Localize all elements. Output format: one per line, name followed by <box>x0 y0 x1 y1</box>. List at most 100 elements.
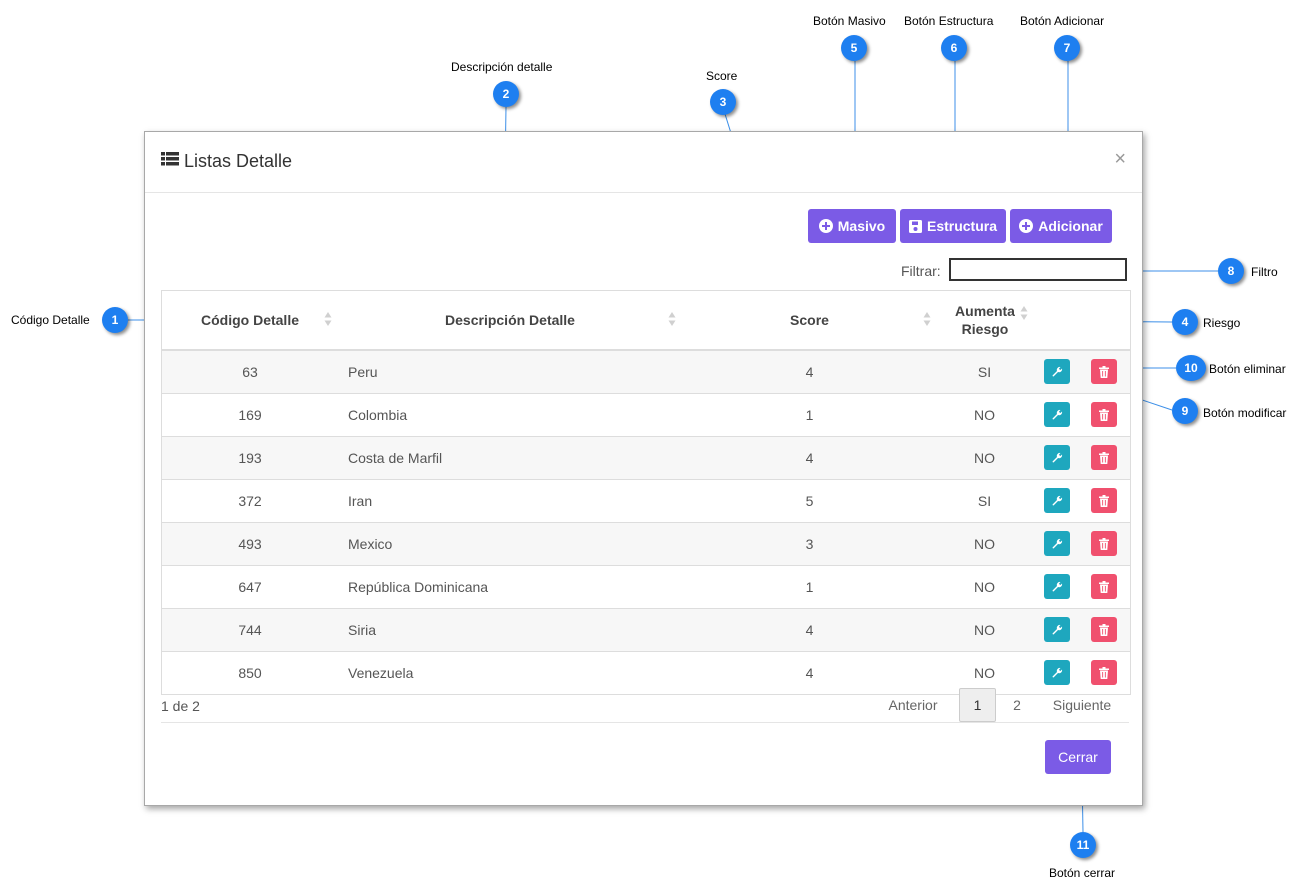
delete-button[interactable] <box>1091 488 1117 513</box>
cell-codigo: 744 <box>238 622 262 638</box>
filter-label: Filtrar: <box>901 263 941 279</box>
sort-icon[interactable] <box>923 311 931 327</box>
note-boton-estructura: Botón Estructura <box>904 14 994 28</box>
cerrar-button[interactable]: Cerrar <box>1045 740 1111 774</box>
estructura-button[interactable]: Estructura <box>900 209 1006 243</box>
filter-input[interactable] <box>949 258 1127 281</box>
cell-score: 4 <box>805 665 814 681</box>
page-2-button[interactable]: 2 <box>1005 688 1029 722</box>
detail-table: Código Detalle Descripción Detalle Score… <box>161 290 1131 695</box>
header-codigo[interactable]: Código Detalle <box>162 291 338 349</box>
edit-button[interactable] <box>1044 445 1070 470</box>
edit-button[interactable] <box>1044 574 1070 599</box>
adicionar-button-label: Adicionar <box>1038 218 1103 234</box>
table-row: 193 Costa de Marfil 4 NO <box>162 436 1130 479</box>
cell-descripcion: República Dominicana <box>348 579 489 595</box>
cell-aumenta-riesgo: SI <box>977 493 992 509</box>
edit-button[interactable] <box>1044 660 1070 685</box>
table-row: 372 Iran 5 SI <box>162 479 1130 522</box>
cell-score: 4 <box>805 450 814 466</box>
next-page-button[interactable]: Siguiente <box>1045 688 1119 722</box>
trash-icon <box>1099 537 1109 550</box>
cell-codigo: 493 <box>238 536 262 552</box>
modal-title: Listas Detalle <box>184 151 293 171</box>
close-icon[interactable]: × <box>1114 149 1126 169</box>
callout-8: 8 <box>1218 258 1244 284</box>
prev-page-button[interactable]: Anterior <box>885 688 941 722</box>
note-boton-cerrar: Botón cerrar <box>1049 866 1116 880</box>
header-aumenta-riesgo[interactable]: Aumenta Riesgo <box>942 291 1028 349</box>
table-row: 647 República Dominicana 1 NO <box>162 565 1130 608</box>
cell-aumenta-riesgo: NO <box>974 579 995 595</box>
delete-button[interactable] <box>1091 402 1117 427</box>
cell-codigo: 63 <box>242 364 258 380</box>
callout-3: 3 <box>710 89 736 115</box>
wrench-icon <box>1052 581 1063 591</box>
note-boton-adicionar: Botón Adicionar <box>1020 14 1105 28</box>
cell-score: 4 <box>805 622 814 638</box>
wrench-icon <box>1052 667 1063 677</box>
wrench-icon <box>1052 366 1063 376</box>
table-row: 169 Colombia 1 NO <box>162 393 1130 436</box>
footer-divider <box>161 722 1129 723</box>
edit-button[interactable] <box>1044 488 1070 513</box>
edit-button[interactable] <box>1044 617 1070 642</box>
edit-button[interactable] <box>1044 531 1070 556</box>
trash-icon <box>1099 365 1109 378</box>
cell-score: 5 <box>805 493 814 509</box>
delete-button[interactable] <box>1091 574 1117 599</box>
list-icon <box>161 152 179 166</box>
note-filtro: Filtro <box>1251 265 1278 279</box>
page-info: 1 de 2 <box>161 698 200 714</box>
plus-circle-icon <box>1019 219 1034 233</box>
cell-score: 3 <box>805 536 814 552</box>
listas-detalle-modal: Listas Detalle × Masivo Estructura Adici… <box>144 131 1143 806</box>
header-score[interactable]: Score <box>722 291 897 349</box>
cell-descripcion: Mexico <box>348 536 393 552</box>
cell-aumenta-riesgo: SI <box>977 364 992 380</box>
callout-1: 1 <box>102 307 128 333</box>
callout-10: 10 <box>1176 355 1206 381</box>
delete-button[interactable] <box>1091 531 1117 556</box>
edit-button[interactable] <box>1044 359 1070 384</box>
sort-icon[interactable] <box>668 311 676 327</box>
save-icon <box>908 219 922 233</box>
sort-icon[interactable] <box>1020 305 1028 321</box>
edit-button[interactable] <box>1044 402 1070 427</box>
cell-aumenta-riesgo: NO <box>974 536 995 552</box>
cell-score: 4 <box>805 364 814 380</box>
note-boton-modificar: Botón modificar <box>1203 406 1287 420</box>
callout-2: 2 <box>493 81 519 107</box>
cell-codigo: 169 <box>238 407 262 423</box>
cell-descripcion: Iran <box>348 493 373 509</box>
sort-icon[interactable] <box>324 311 332 327</box>
callout-7: 7 <box>1054 35 1080 61</box>
masivo-button[interactable]: Masivo <box>808 209 896 243</box>
header-descripcion[interactable]: Descripción Detalle <box>348 291 672 349</box>
cell-codigo: 372 <box>238 493 262 509</box>
trash-icon <box>1099 408 1109 421</box>
delete-button[interactable] <box>1091 359 1117 384</box>
cell-aumenta-riesgo: NO <box>974 450 995 466</box>
cell-descripcion: Colombia <box>348 407 408 423</box>
page-1-button[interactable]: 1 <box>959 688 996 722</box>
table-row: 63 Peru 4 SI <box>162 350 1130 393</box>
trash-icon <box>1099 623 1109 636</box>
note-riesgo: Riesgo <box>1203 316 1241 330</box>
cell-descripcion: Siria <box>348 622 377 638</box>
note-descripcion-detalle: Descripción detalle <box>451 60 553 74</box>
delete-button[interactable] <box>1091 660 1117 685</box>
callout-6: 6 <box>941 35 967 61</box>
wrench-icon <box>1052 538 1063 548</box>
note-boton-masivo: Botón Masivo <box>813 14 886 28</box>
callout-9: 9 <box>1172 398 1198 424</box>
adicionar-button[interactable]: Adicionar <box>1010 209 1112 243</box>
cell-aumenta-riesgo: NO <box>974 407 995 423</box>
delete-button[interactable] <box>1091 445 1117 470</box>
masivo-button-label: Masivo <box>837 218 886 234</box>
callout-5: 5 <box>841 35 867 61</box>
delete-button[interactable] <box>1091 617 1117 642</box>
cell-score: 1 <box>805 579 814 595</box>
callout-4: 4 <box>1172 309 1198 335</box>
callout-11: 11 <box>1070 832 1096 858</box>
